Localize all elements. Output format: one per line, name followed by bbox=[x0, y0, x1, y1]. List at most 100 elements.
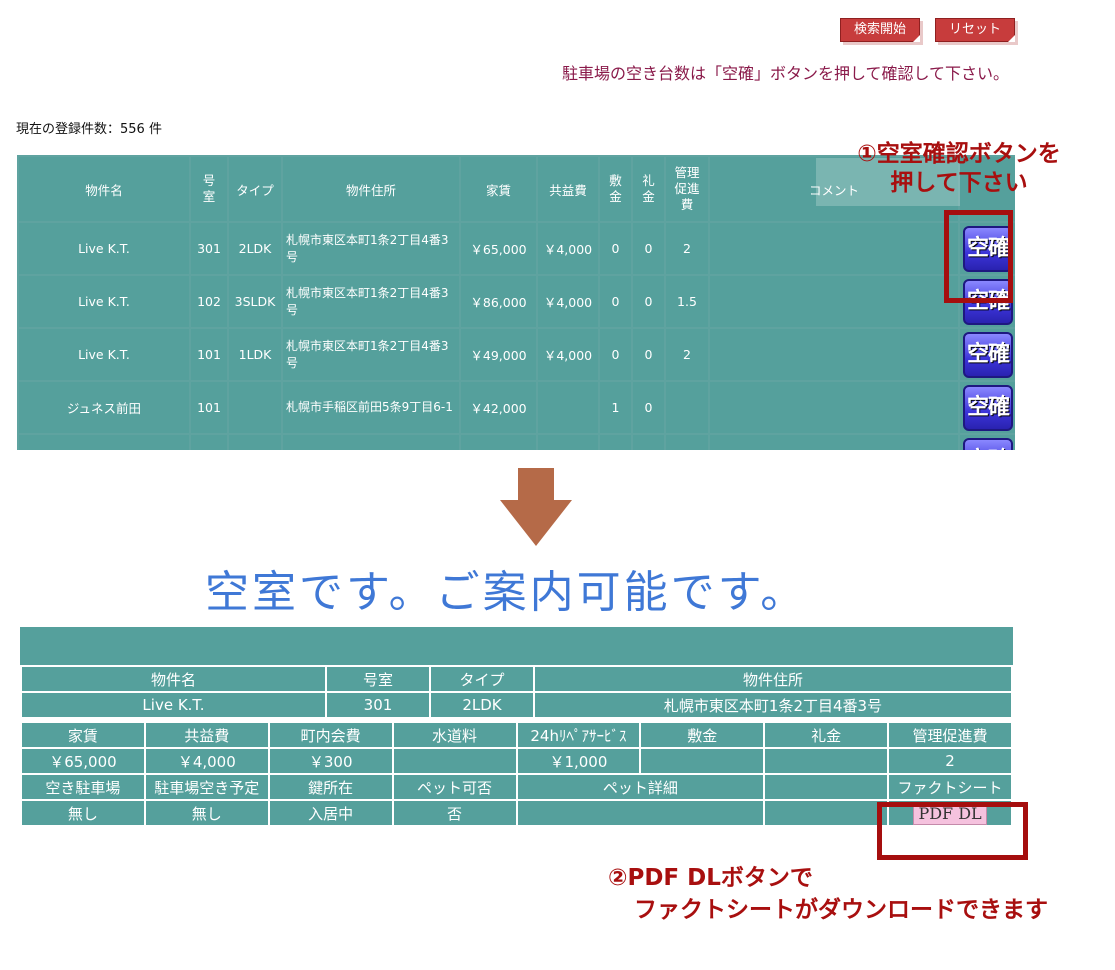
cell-key-money: 0 bbox=[633, 382, 664, 433]
cell-name: Live K.T. bbox=[19, 329, 189, 380]
detail-label-room: 号室 bbox=[327, 667, 429, 691]
header-deposit: 敷金 bbox=[600, 157, 631, 221]
header-name: 物件名 bbox=[19, 157, 189, 221]
detail-label-pet-detail: ペット詳細 bbox=[517, 775, 764, 799]
detail-value-name: Live K.T. bbox=[22, 693, 325, 717]
cell-comment bbox=[710, 223, 958, 274]
header-mgmt: 管理 促進費 bbox=[666, 157, 708, 221]
cell-name: ジュネス前田 bbox=[19, 382, 189, 433]
header-address: 物件住所 bbox=[283, 157, 459, 221]
detail-label-name: 物件名 bbox=[22, 667, 325, 691]
detail-value-deposit bbox=[641, 749, 764, 773]
cell-address: 札幌市東区本町1条2丁目4番3号 bbox=[283, 223, 459, 274]
detail-label-mgmt: 管理促進費 bbox=[889, 723, 1011, 747]
cell-common: ￥4,000 bbox=[538, 329, 598, 380]
cell-name: Live K.T. bbox=[19, 276, 189, 327]
cell-mgmt: 2 bbox=[666, 329, 708, 380]
header-type: タイプ bbox=[229, 157, 281, 221]
callout-step1-line2: 押して下さい bbox=[890, 170, 1028, 196]
vacancy-check-button[interactable]: 空確 bbox=[963, 437, 1013, 450]
property-detail-panel: 物件名 号室 タイプ 物件住所 Live K.T. 301 2LDK 札幌市東区… bbox=[20, 627, 1013, 827]
cell-key-money: 0 bbox=[633, 223, 664, 274]
detail-value-address: 札幌市東区本町1条2丁目4番3号 bbox=[535, 693, 1011, 717]
detail-value-parking-plan: 無し bbox=[145, 801, 268, 825]
cell-mgmt bbox=[666, 382, 708, 433]
detail-value-common: ￥4,000 bbox=[145, 749, 268, 773]
cell-address: 札幌市手稲区前田5条9丁目6-1 bbox=[283, 382, 459, 433]
detail-value-water bbox=[393, 749, 516, 773]
detail-value-key-money bbox=[765, 749, 888, 773]
cell-deposit: 0 bbox=[600, 223, 631, 274]
detail-table-bottom: 家賃 共益費 町内会費 水道料 24hﾘﾍﾟｱｻｰﾋﾞｽ 敷金 礼金 管理促進費… bbox=[20, 721, 1013, 827]
detail-value-mgmt: 2 bbox=[889, 749, 1011, 773]
detail-value-pet: 否 bbox=[393, 801, 516, 825]
detail-label-rent: 家賃 bbox=[22, 723, 144, 747]
cell-type: 3SLDK bbox=[229, 276, 281, 327]
callout-step1: ①空室確認ボタンを 押して下さい bbox=[834, 140, 1084, 198]
detail-value-key: 入居中 bbox=[269, 801, 392, 825]
detail-label-type: タイプ bbox=[431, 667, 533, 691]
cell-name: Live K.T. bbox=[19, 223, 189, 274]
cell-deposit: 0 bbox=[600, 276, 631, 327]
detail-table-top: 物件名 号室 タイプ 物件住所 Live K.T. 301 2LDK 札幌市東区… bbox=[20, 665, 1013, 719]
table-row: Live K.T. 102 3SLDK 札幌市東区本町1条2丁目4番3号 ￥86… bbox=[19, 276, 1015, 327]
cell-room: 301 bbox=[191, 223, 227, 274]
detail-title-bar bbox=[20, 627, 1013, 665]
cell-comment bbox=[710, 382, 958, 433]
detail-label-parking: 空き駐車場 bbox=[22, 775, 144, 799]
cell-room: 101 bbox=[191, 382, 227, 433]
table-row: Live K.T. 101 1LDK 札幌市東区本町1条2丁目4番3号 ￥49,… bbox=[19, 329, 1015, 380]
cell-common: ￥4,000 bbox=[538, 276, 598, 327]
cell-type: 1LDK bbox=[229, 329, 281, 380]
cell-rent: ￥42,000 bbox=[461, 382, 536, 433]
search-button[interactable]: 検索開始 bbox=[840, 18, 920, 42]
cell-rent: ￥49,000 bbox=[461, 329, 536, 380]
cell-key-money: 0 bbox=[633, 329, 664, 380]
detail-value-rent: ￥65,000 bbox=[22, 749, 144, 773]
cell-type bbox=[229, 382, 281, 433]
cell-rent: ￥65,000 bbox=[461, 223, 536, 274]
table-row: ジュネス前田 101 札幌市手稲区前田5条9丁目6-1 ￥42,000 1 0 … bbox=[19, 382, 1015, 433]
detail-label-pet: ペット可否 bbox=[393, 775, 516, 799]
callout-step2-line1: ②PDF DLボタンで bbox=[608, 865, 813, 891]
cell-mgmt: 2 bbox=[666, 223, 708, 274]
cell-room: 102 bbox=[191, 276, 227, 327]
callout-step2-line2: ファクトシートがダウンロードできます bbox=[634, 897, 1048, 923]
detail-value-pet-detail bbox=[517, 801, 764, 825]
vacancy-check-button[interactable]: 空確 bbox=[963, 384, 1013, 431]
cell-deposit: 1 bbox=[600, 382, 631, 433]
detail-value-town: ￥300 bbox=[269, 749, 392, 773]
table-row: Live K.T. 301 2LDK 札幌市東区本町1条2丁目4番3号 ￥65,… bbox=[19, 223, 1015, 274]
cell-action: 空確 bbox=[960, 329, 1015, 380]
cell-address: 札幌市東区本町1条2丁目4番3号 bbox=[283, 276, 459, 327]
record-count: 現在の登録件数：556 件 bbox=[16, 122, 162, 137]
detail-label-key: 鍵所在 bbox=[269, 775, 392, 799]
cell-action: 空確 bbox=[960, 382, 1015, 433]
cell-comment bbox=[710, 329, 958, 380]
cell-mgmt: 1.5 bbox=[666, 276, 708, 327]
callout-step2: ②PDF DLボタンで ファクトシートがダウンロードできます bbox=[608, 862, 1048, 926]
detail-label-water: 水道料 bbox=[393, 723, 516, 747]
cell-room: 101 bbox=[191, 329, 227, 380]
detail-label-key-money: 礼金 bbox=[765, 723, 888, 747]
header-room: 号室 bbox=[191, 157, 227, 221]
detail-label-town: 町内会費 bbox=[269, 723, 392, 747]
highlight-frame-vacancy-button bbox=[944, 210, 1013, 303]
detail-label-address: 物件住所 bbox=[535, 667, 1011, 691]
detail-label-parking-plan: 駐車場空き予定 bbox=[145, 775, 268, 799]
cell-common: ￥4,000 bbox=[538, 223, 598, 274]
detail-value-blank bbox=[765, 801, 888, 825]
detail-label-blank bbox=[765, 775, 888, 799]
reset-button[interactable]: リセット bbox=[935, 18, 1015, 42]
detail-value-room: 301 bbox=[327, 693, 429, 717]
detail-label-repair: 24hﾘﾍﾟｱｻｰﾋﾞｽ bbox=[517, 723, 640, 747]
vacancy-check-button[interactable]: 空確 bbox=[963, 331, 1013, 378]
detail-value-type: 2LDK bbox=[431, 693, 533, 717]
cell-common bbox=[538, 382, 598, 433]
detail-value-parking: 無し bbox=[22, 801, 144, 825]
table-row: 空確 bbox=[19, 435, 1015, 450]
cell-key-money: 0 bbox=[633, 276, 664, 327]
detail-label-common: 共益費 bbox=[145, 723, 268, 747]
vacancy-headline: 空室です。ご案内可能です。 bbox=[205, 567, 808, 618]
cell-deposit: 0 bbox=[600, 329, 631, 380]
